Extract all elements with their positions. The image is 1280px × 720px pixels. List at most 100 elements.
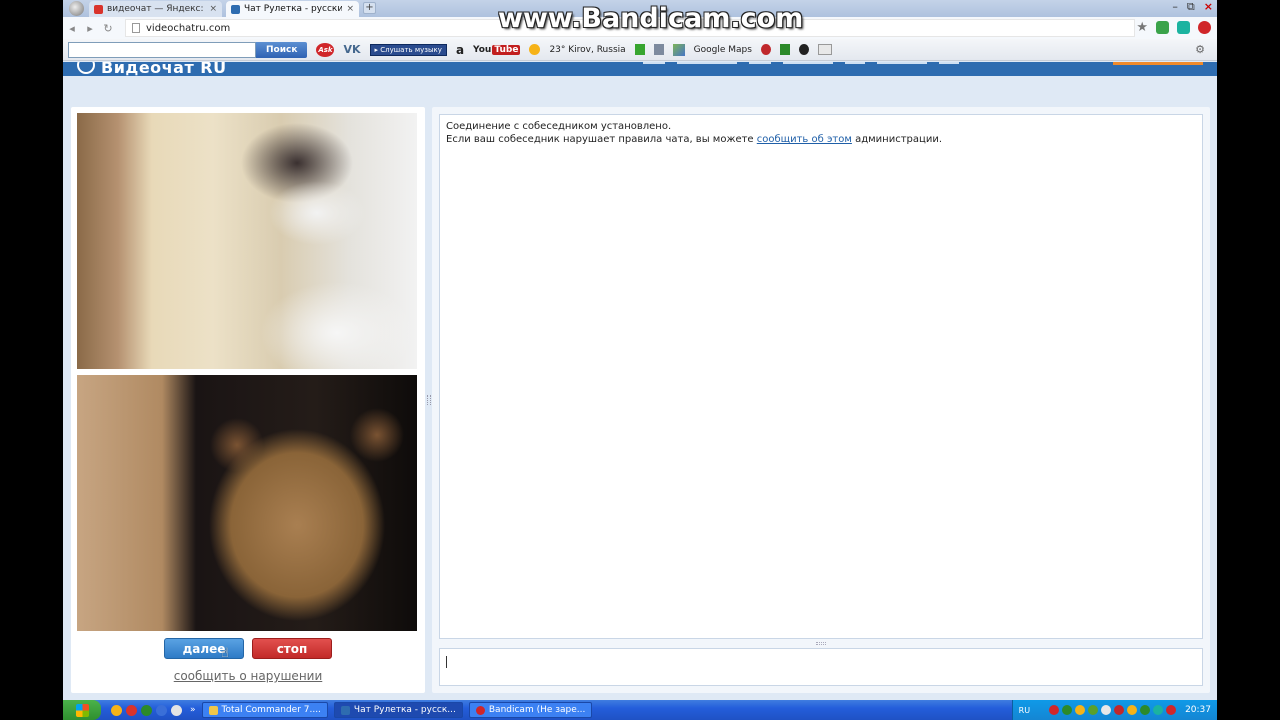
weather-sun-icon [529, 44, 541, 55]
chat-resize-grip[interactable] [816, 642, 826, 645]
mail-icon[interactable] [817, 44, 832, 55]
new-tab-button[interactable]: + [363, 2, 376, 14]
browser-window: видеочат — Яндекс: нашлос × Чат Рулетка … [63, 0, 1217, 700]
local-webcam-video [77, 375, 417, 631]
tray-green-icon-2[interactable] [1140, 705, 1151, 715]
header-orange-button[interactable] [1113, 62, 1203, 65]
google-maps-button[interactable]: Google Maps [694, 45, 752, 55]
next-button[interactable]: далее [164, 638, 244, 659]
settings-gear-icon[interactable]: ⚙ [1195, 43, 1205, 56]
quicklaunch-yellow-icon[interactable] [111, 704, 122, 716]
text-caret [446, 656, 447, 668]
forward-icon[interactable]: ▸ [81, 22, 99, 35]
system-message-connected: Соединение с собеседником установлено. [446, 121, 672, 132]
yandex-toolbar: Поиск Ask VK ▸ Слушать музыку a You Tube … [63, 39, 1217, 61]
tab-close-icon[interactable]: × [209, 4, 217, 14]
system-message-rules: Если ваш собеседник нарушает правила чат… [446, 133, 1196, 146]
start-button[interactable] [63, 700, 101, 720]
video-controls: далее стоп [71, 638, 425, 659]
tab-yandex-search[interactable]: видеочат — Яндекс: нашлос × [89, 1, 222, 17]
task-label: Чат Рулетка - русск... [353, 705, 456, 715]
music-player-widget[interactable]: ▸ Слушать музыку [369, 43, 447, 56]
bookmark-star-icon[interactable]: ★ [1136, 20, 1148, 35]
youtube-label-tube: Tube [492, 44, 521, 55]
vk-icon[interactable]: VK [343, 43, 360, 56]
minimize-icon[interactable]: – [1172, 0, 1178, 14]
back-icon[interactable]: ◂ [63, 22, 81, 35]
total-commander-icon [208, 705, 218, 715]
windows-logo-icon [75, 703, 89, 717]
reload-icon[interactable]: ↻ [99, 22, 117, 35]
tray-network-icon[interactable] [1088, 705, 1099, 715]
language-indicator[interactable]: RU [1019, 706, 1030, 715]
page-icon [132, 23, 140, 33]
report-to-admin-link[interactable]: сообщить об этом [757, 134, 852, 145]
clock[interactable]: 20:37 [1185, 705, 1211, 715]
task-label: Total Commander 7.... [221, 705, 321, 715]
tray-volume-icon[interactable] [1101, 705, 1112, 715]
toolbar-search-input[interactable] [68, 41, 256, 58]
close-window-icon[interactable]: × [1204, 0, 1213, 14]
amazon-icon[interactable]: a [456, 43, 464, 57]
stop-button[interactable]: стоп [252, 638, 332, 659]
tray-shield-icon[interactable] [1075, 705, 1086, 715]
chat-log: Соединение с собеседником установлено. Е… [439, 114, 1203, 639]
green-tool-icon[interactable] [634, 44, 645, 55]
browser-app-icon[interactable] [69, 1, 84, 16]
tray-ask-icon[interactable] [1166, 705, 1177, 715]
ask-icon[interactable]: Ask [316, 42, 335, 57]
extension-teal-icon[interactable] [1177, 21, 1190, 34]
google-maps-icon [672, 43, 685, 56]
hand-cursor-icon: ☝ [221, 646, 229, 661]
tray-teal-icon[interactable] [1153, 705, 1164, 715]
videochat-favicon-icon [231, 4, 240, 14]
tab-chat-roulette[interactable]: Чат Рулетка - русский видео × [226, 1, 359, 17]
tab-close-icon[interactable]: × [346, 4, 354, 14]
chat-panel: Соединение с собеседником установлено. Е… [432, 107, 1210, 693]
tab-title: Чат Рулетка - русский видео [244, 4, 343, 14]
restore-icon[interactable]: ⧉ [1187, 0, 1195, 14]
tray-red-icon[interactable] [1114, 705, 1125, 715]
url-text[interactable]: videochatru.com [146, 23, 230, 34]
taskbar-item-total-commander[interactable]: Total Commander 7.... [201, 702, 328, 718]
panel-splitter[interactable] [427, 395, 431, 405]
taskbar-item-chat-roulette[interactable]: Чат Рулетка - русск... [333, 702, 463, 718]
youtube-button[interactable]: You Tube [473, 44, 521, 55]
remote-video [77, 113, 417, 369]
rules-text-after: администрации. [851, 134, 943, 145]
quicklaunch-app-icon[interactable] [171, 704, 182, 716]
weather-widget[interactable]: 23° Kirov, Russia [549, 45, 625, 55]
site-logo[interactable]: Видеочат RU [77, 62, 227, 76]
extension-green-icon[interactable] [1156, 21, 1169, 34]
youtube-label-you: You [473, 44, 492, 55]
bar-chart-icon[interactable] [779, 44, 790, 55]
red-badge-icon[interactable] [760, 44, 771, 55]
quicklaunch-ie-icon[interactable] [156, 704, 167, 716]
tab-title: видеочат — Яндекс: нашлос [107, 4, 205, 14]
browser-task-icon [340, 705, 350, 715]
extension-ask-icon[interactable] [1198, 21, 1211, 34]
taskbar-item-bandicam[interactable]: Bandicam (Не заре... [468, 702, 593, 718]
tray-green-icon[interactable] [1062, 705, 1073, 715]
bandicam-watermark: www.Bandicam.com [498, 3, 804, 34]
media-icon[interactable] [798, 44, 809, 55]
gray-tool-icon[interactable] [653, 44, 664, 55]
tray-record-icon[interactable] [1049, 705, 1060, 715]
quicklaunch-opera-icon[interactable] [126, 704, 137, 716]
quick-launch [111, 704, 182, 716]
taskbar: » Total Commander 7.... Чат Рулетка - ру… [63, 700, 1217, 720]
window-controls: – ⧉ × [1172, 0, 1213, 14]
bandicam-icon [475, 705, 485, 715]
task-label: Bandicam (Не заре... [488, 705, 586, 715]
chat-message-input[interactable] [439, 648, 1203, 686]
video-panel: далее стоп ☝ сообщить о нарушении [71, 107, 425, 693]
system-tray: RU 20:37 [1011, 700, 1217, 720]
tray-yellow-icon[interactable] [1127, 705, 1138, 715]
quicklaunch-green-icon[interactable] [141, 704, 152, 716]
report-violation-link[interactable]: сообщить о нарушении [71, 669, 425, 683]
rules-text-before: Если ваш собеседник нарушает правила чат… [446, 134, 757, 145]
yandex-favicon-icon [94, 4, 103, 14]
quicklaunch-chevron-icon[interactable]: » [190, 705, 196, 715]
toolbar-search-button[interactable]: Поиск [256, 41, 308, 58]
header-nav-stubs [643, 62, 959, 65]
